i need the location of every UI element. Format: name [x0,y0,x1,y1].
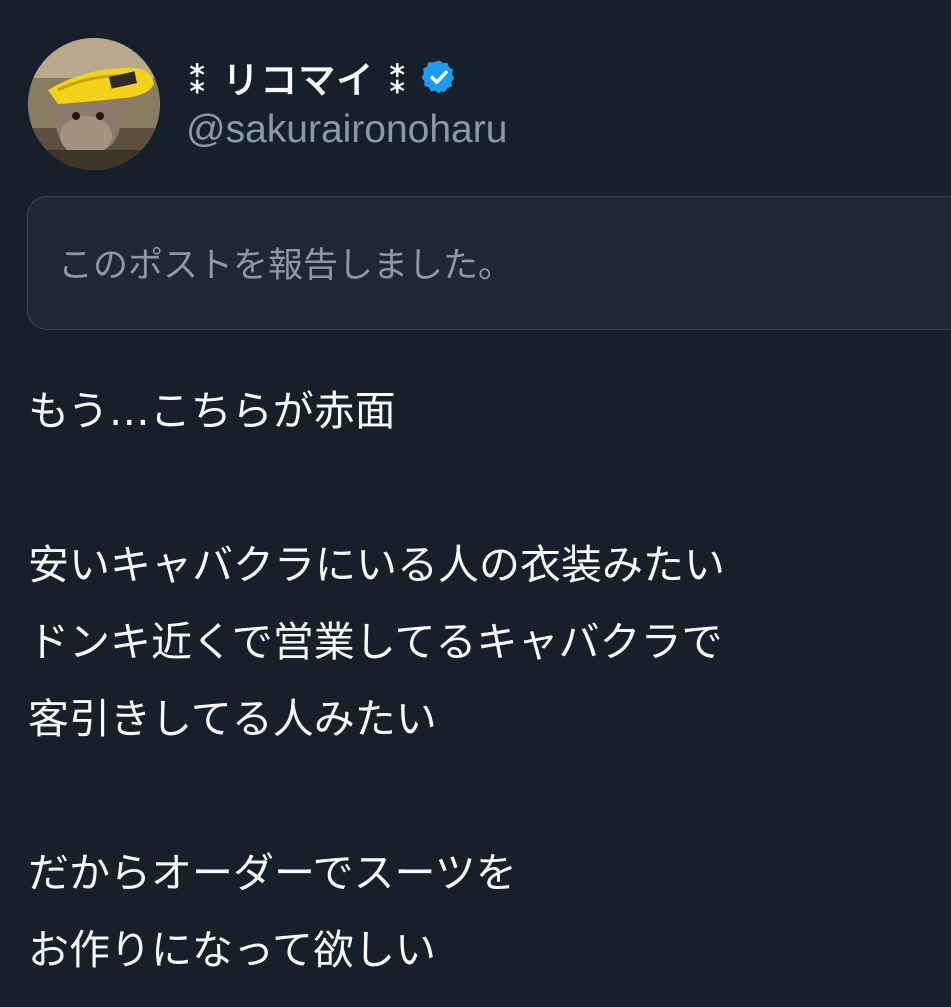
verified-badge-icon [420,58,458,96]
post-text: もう…こちらが赤面 安いキャバクラにいる人の衣装みたい ドンキ近くで営業してるキ… [28,382,928,998]
post-text-line: だからオーダーでスーツを [28,849,517,897]
post-text-blank-line [28,459,928,517]
post-text-line: ドンキ近くで営業してるキャバクラで [28,618,723,666]
report-notice-text: このポストを報告しました。 [58,246,514,286]
author-handle[interactable]: @sakuraironoharu [186,108,507,152]
post-text-line: 安いキャバクラにいる人の衣装みたい [28,541,725,589]
author-display-name[interactable]: ⁑ リコマイ ⁑ [188,50,408,104]
avatar-image [28,38,160,170]
author-name-row[interactable]: ⁑ リコマイ ⁑ [188,52,458,102]
post-text-line: お作りになって欲しい [28,926,436,974]
report-notice-box: このポストを報告しました。 [27,196,951,330]
author-avatar[interactable] [28,38,160,170]
post-text-line: もう…こちらが赤面 [28,387,396,435]
post-text-line: 客引きしてる人みたい [28,695,437,743]
post-text-blank-line [28,767,928,825]
